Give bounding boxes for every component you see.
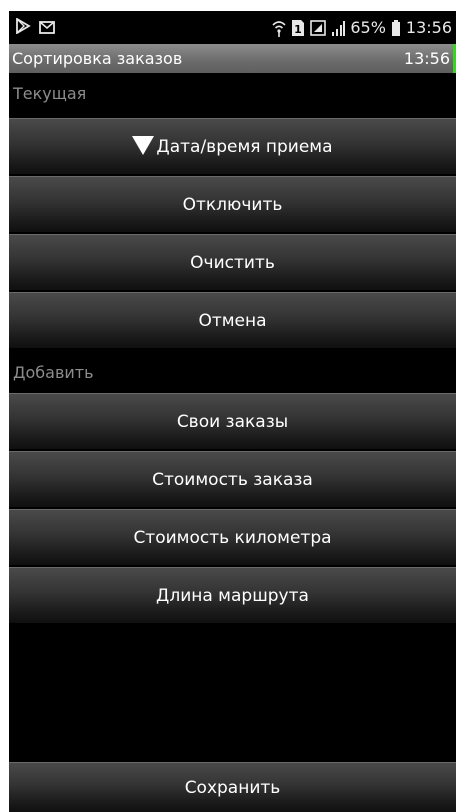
cancel-button-label: Отмена [198, 311, 267, 331]
add-km-cost-button[interactable]: Стоимость километра [9, 509, 456, 565]
title-clock: 13:56 [403, 49, 450, 68]
phone-screen: 1 65% 13:56 Сортировка заказов 13:56 Тек… [9, 11, 456, 812]
sort-item-datetime-button[interactable]: Дата/время приема [9, 118, 456, 174]
add-order-cost-label: Стоимость заказа [152, 470, 313, 490]
save-button-label: Сохранить [184, 778, 281, 798]
section-label-current: Текущая [13, 84, 87, 103]
add-route-length-button[interactable]: Длина маршрута [9, 567, 456, 623]
save-button[interactable]: Сохранить [9, 762, 456, 812]
battery-percent: 65% [350, 18, 386, 37]
add-km-cost-label: Стоимость километра [133, 528, 332, 548]
title-accent-bar [453, 44, 456, 73]
sort-item-label: Дата/время приема [156, 137, 333, 157]
mail-icon [39, 19, 55, 38]
title-bar: Сортировка заказов 13:56 [9, 44, 456, 73]
triangle-down-icon [132, 135, 155, 155]
svg-text:1: 1 [295, 23, 303, 36]
section-label-add: Добавить [13, 363, 94, 382]
status-right-icons: 1 65% 13:56 [272, 17, 452, 39]
add-route-length-label: Длина маршрута [156, 586, 309, 606]
status-time: 13:56 [405, 18, 452, 37]
status-bar: 1 65% 13:56 [9, 11, 456, 44]
status-left-icons [15, 17, 55, 38]
signal-box-icon [310, 19, 327, 37]
disable-button-label: Отключить [182, 195, 283, 215]
add-order-cost-button[interactable]: Стоимость заказа [9, 451, 456, 507]
clear-button[interactable]: Очистить [9, 234, 456, 290]
add-own-orders-label: Свои заказы [176, 412, 289, 432]
sim-icon: 1 [291, 19, 305, 37]
cancel-button[interactable]: Отмена [9, 292, 456, 348]
wifi-icon [272, 19, 286, 37]
signal-bars-icon [331, 19, 346, 37]
play-store-icon [15, 17, 31, 38]
disable-button[interactable]: Отключить [9, 176, 456, 232]
add-own-orders-button[interactable]: Свои заказы [9, 393, 456, 449]
battery-icon [391, 19, 401, 37]
empty-list-area [9, 624, 456, 762]
clear-button-label: Очистить [190, 253, 275, 273]
page-title: Сортировка заказов [12, 49, 183, 68]
